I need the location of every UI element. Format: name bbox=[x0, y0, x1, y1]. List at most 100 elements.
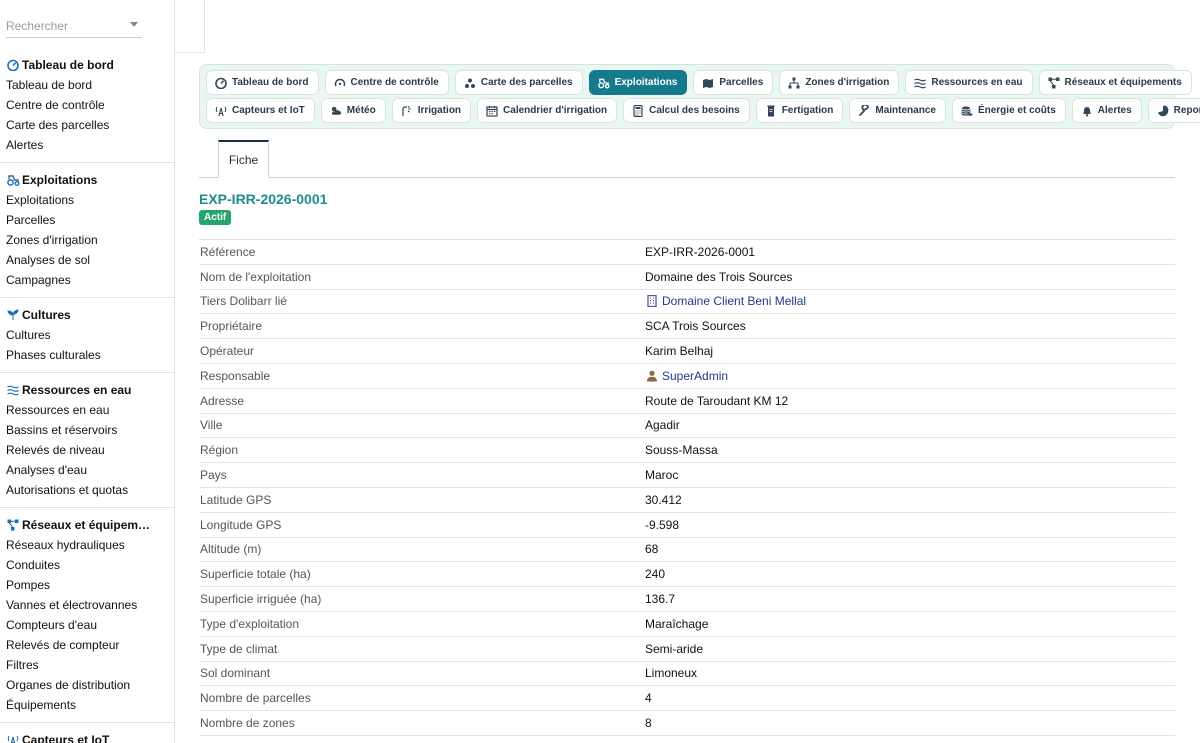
sidebar-item[interactable]: Cultures bbox=[0, 325, 174, 345]
sidebar-item[interactable]: Relevés de compteur bbox=[0, 635, 174, 655]
field-value-text: Maraîchage bbox=[645, 616, 709, 631]
field-row: Opérateur Karim Belhaj bbox=[199, 339, 1175, 364]
sensor-icon bbox=[215, 105, 227, 117]
field-value: Karim Belhaj bbox=[645, 344, 1175, 358]
field-value-text: 30.412 bbox=[645, 492, 682, 507]
field-value[interactable]: Domaine Client Beni Mellal bbox=[645, 294, 1175, 308]
sidebar-item[interactable]: Filtres bbox=[0, 655, 174, 675]
sidebar-section-title[interactable]: Exploitations bbox=[0, 169, 174, 190]
sidebar-section-title[interactable]: Capteurs et IoT bbox=[0, 729, 174, 743]
nav-button-label: Parcelles bbox=[719, 77, 764, 88]
top-toggle-box bbox=[175, 0, 205, 53]
field-value[interactable]: SuperAdmin bbox=[645, 369, 1175, 383]
nav-button[interactable]: Zones d'irrigation bbox=[779, 70, 900, 95]
nav-button[interactable]: Fertigation bbox=[755, 98, 844, 123]
chevron-down-icon[interactable] bbox=[130, 22, 138, 27]
sidebar-item[interactable]: Analyses de sol bbox=[0, 250, 174, 270]
sidebar-item[interactable]: Relevés de niveau bbox=[0, 440, 174, 460]
sidebar-section: Cultures Cultures Phases culturales bbox=[0, 304, 174, 373]
nav-button[interactable]: Reporting bbox=[1147, 98, 1200, 123]
water-icon bbox=[6, 383, 20, 397]
field-label: Nom de l'exploitation bbox=[200, 269, 312, 284]
search-input[interactable] bbox=[6, 16, 126, 36]
sidebar-section-title[interactable]: Tableau de bord bbox=[0, 54, 174, 75]
sidebar-item[interactable]: Autorisations et quotas bbox=[0, 480, 174, 500]
nav-button-label: Zones d'irrigation bbox=[805, 77, 890, 88]
field-row: Superficie irriguée (ha) 136.7 bbox=[199, 587, 1175, 612]
nav-button-label: Maintenance bbox=[875, 105, 936, 116]
nav-button[interactable]: Parcelles bbox=[693, 70, 774, 95]
irrigation-icon bbox=[401, 105, 413, 117]
nav-button[interactable]: Irrigation bbox=[391, 98, 472, 123]
sidebar-item[interactable]: Campagnes bbox=[0, 270, 174, 290]
nav-button[interactable]: Ressources en eau bbox=[905, 70, 1033, 95]
sidebar-item[interactable]: Analyses d'eau bbox=[0, 460, 174, 480]
sidebar-item[interactable]: Zones d'irrigation bbox=[0, 230, 174, 250]
nav-button[interactable]: Réseaux et équipements bbox=[1038, 70, 1192, 95]
nav-button[interactable]: Centre de contrôle bbox=[324, 70, 449, 95]
field-row: Altitude (m) 68 bbox=[199, 538, 1175, 563]
field-link[interactable]: Domaine Client Beni Mellal bbox=[662, 294, 806, 308]
sidebar-item[interactable]: Ressources en eau bbox=[0, 400, 174, 420]
field-value: 240 bbox=[645, 567, 1175, 581]
sidebar-item[interactable]: Organes de distribution bbox=[0, 675, 174, 695]
field-value-text: Maroc bbox=[645, 468, 679, 483]
sidebar-item[interactable]: Phases culturales bbox=[0, 345, 174, 365]
sidebar-item[interactable]: Équipements bbox=[0, 695, 174, 715]
sidebar-item[interactable]: Centre de contrôle bbox=[0, 95, 174, 115]
nav-button[interactable]: Énergie et coûts bbox=[951, 98, 1066, 123]
field-label: Référence bbox=[200, 244, 256, 259]
sidebar-item[interactable]: Compteurs d'eau bbox=[0, 615, 174, 635]
chart-icon bbox=[1157, 105, 1169, 117]
tab-fiche[interactable]: Fiche bbox=[218, 140, 269, 178]
sidebar-section-label: Tableau de bord bbox=[22, 57, 114, 72]
nav-button[interactable]: Calcul des besoins bbox=[623, 98, 750, 123]
tractor-icon bbox=[597, 77, 610, 89]
nav-button[interactable]: Exploitations bbox=[588, 70, 688, 95]
field-label: Latitude GPS bbox=[200, 492, 272, 507]
sidebar-item[interactable]: Pompes bbox=[0, 575, 174, 595]
field-value: Souss-Massa bbox=[645, 443, 1175, 457]
nav-button-label: Énergie et coûts bbox=[977, 105, 1056, 116]
sidebar-section-title[interactable]: Ressources en eau bbox=[0, 379, 174, 400]
field-label: Pays bbox=[200, 468, 227, 483]
search-box[interactable] bbox=[6, 16, 142, 38]
sidebar-item[interactable]: Alertes bbox=[0, 135, 174, 155]
field-value: -9.598 bbox=[645, 518, 1175, 532]
sidebar-item[interactable]: Parcelles bbox=[0, 210, 174, 230]
field-value-text: Agadir bbox=[645, 418, 680, 433]
nav-button[interactable]: Calendrier d'irrigation bbox=[477, 98, 618, 123]
control-icon bbox=[334, 77, 346, 89]
sidebar-item[interactable]: Tableau de bord bbox=[0, 75, 174, 95]
sidebar-item[interactable]: Réseaux hydrauliques bbox=[0, 535, 174, 555]
sidebar-item[interactable]: Vannes et électrovannes bbox=[0, 595, 174, 615]
field-value-text: -9.598 bbox=[645, 517, 680, 532]
wrench-icon bbox=[858, 104, 870, 117]
sidebar-section-title[interactable]: Cultures bbox=[0, 304, 174, 325]
field-label: Tiers Dolibarr lié bbox=[200, 294, 287, 309]
field-link[interactable]: SuperAdmin bbox=[662, 369, 728, 383]
sidebar-item[interactable]: Carte des parcelles bbox=[0, 115, 174, 135]
nav-button[interactable]: Alertes bbox=[1071, 98, 1142, 123]
tractor-icon bbox=[6, 173, 20, 187]
sidebar-item[interactable]: Exploitations bbox=[0, 190, 174, 210]
nav-button-label: Exploitations bbox=[614, 77, 678, 88]
field-value-text: SCA Trois Sources bbox=[645, 319, 746, 334]
field-row: Nom de l'exploitation Domaine des Trois S… bbox=[199, 265, 1175, 290]
field-value: Limoneux bbox=[645, 666, 1175, 680]
sidebar-item[interactable]: Conduites bbox=[0, 555, 174, 575]
field-value-text: Karim Belhaj bbox=[645, 344, 714, 359]
sidebar-section-title[interactable]: Réseaux et équipem… bbox=[0, 514, 174, 535]
weather-icon bbox=[330, 105, 342, 117]
field-label: Adresse bbox=[200, 393, 245, 408]
nav-button-label: Calendrier d'irrigation bbox=[503, 105, 608, 116]
sidebar-item[interactable]: Bassins et réservoirs bbox=[0, 420, 174, 440]
field-value-text: 4 bbox=[645, 691, 652, 706]
field-value-text: Limoneux bbox=[645, 666, 698, 681]
nav-button[interactable]: Tableau de bord bbox=[206, 70, 319, 95]
nav-button-label: Réseaux et équipements bbox=[1064, 77, 1182, 88]
nav-button[interactable]: Capteurs et IoT bbox=[206, 98, 315, 123]
nav-button[interactable]: Carte des parcelles bbox=[454, 70, 583, 95]
nav-button[interactable]: Maintenance bbox=[849, 98, 946, 123]
nav-button[interactable]: Météo bbox=[320, 98, 386, 123]
